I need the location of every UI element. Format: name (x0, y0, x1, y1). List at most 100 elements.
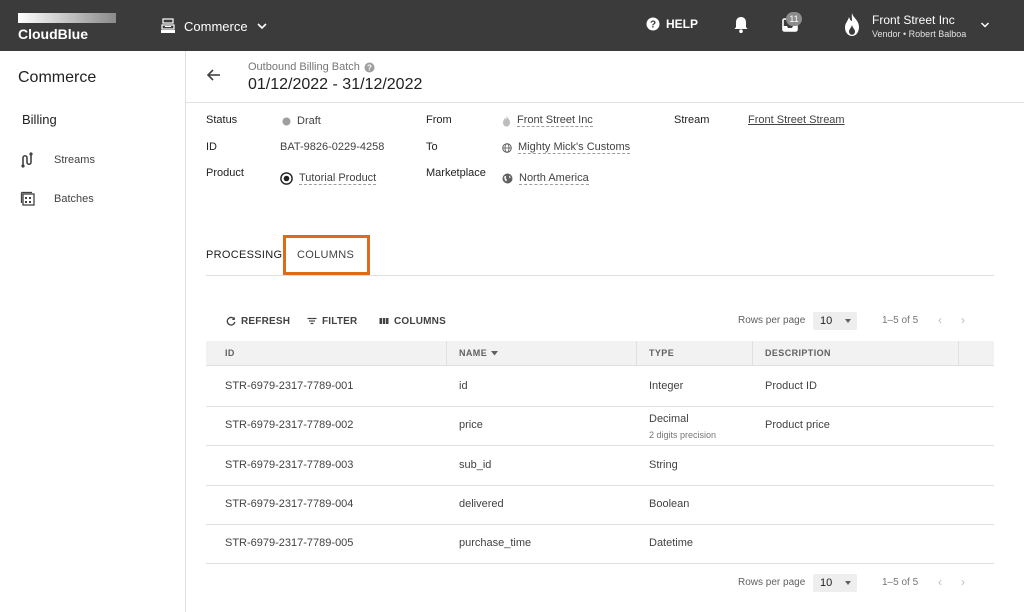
cell-name: sub_id (459, 459, 492, 471)
stream-text: Front Street Stream (748, 114, 845, 126)
cell-description: Product price (765, 419, 830, 431)
sort-down-icon (491, 350, 499, 355)
id-label: ID (206, 141, 217, 153)
footer-rows-per-page-select[interactable]: 10 (813, 574, 857, 592)
cell-id: STR-6979-2317-7789-004 (225, 498, 354, 510)
refresh-button[interactable]: REFRESH (226, 314, 290, 328)
account-chevron-down-icon[interactable] (980, 20, 990, 30)
from-label: From (426, 114, 452, 126)
column-header-name[interactable]: NAME (459, 348, 499, 358)
sidebar-title: Commerce (18, 69, 97, 86)
filter-button[interactable]: FILTER (307, 314, 357, 328)
status-text: Draft (297, 115, 321, 127)
column-header-id[interactable]: ID (225, 348, 235, 358)
status-value: Draft (282, 115, 321, 127)
footer-next-page-icon[interactable]: › (961, 575, 965, 589)
sidebar-item-batches[interactable]: Batches (20, 189, 94, 209)
logo-text: CloudBlue (18, 26, 88, 42)
cell-type: Integer (649, 380, 684, 392)
product-label: Product (206, 167, 244, 179)
marketplace-text: North America (519, 172, 589, 185)
cell-type-detail: 2 digits precision (649, 430, 717, 440)
footer-rows-per-page-label: Rows per page (738, 577, 806, 588)
help-button[interactable]: ? HELP (646, 17, 698, 31)
refresh-label: REFRESH (241, 315, 291, 327)
columns-label: COLUMNS (394, 315, 446, 327)
stream-link[interactable]: Front Street Stream (748, 114, 845, 126)
flame-icon[interactable] (842, 12, 862, 38)
stream-label: Stream (674, 114, 710, 126)
cell-name: id (459, 380, 468, 392)
sidebar-section-billing: Billing (22, 112, 57, 127)
cell-name: price (459, 419, 483, 431)
product-text: Tutorial Product (299, 172, 377, 185)
cell-type: Boolean (649, 498, 690, 510)
column-divider (958, 341, 959, 366)
footer-prev-page-icon[interactable]: ‹ (938, 575, 942, 589)
app-switcher[interactable]: Commerce (160, 16, 268, 36)
id-text: BAT-9826-0229-4258 (280, 141, 385, 153)
page-title: 01/12/2022 - 31/12/2022 (248, 76, 423, 93)
cell-name: delivered (459, 498, 504, 510)
rows-per-page-value: 10 (820, 315, 833, 327)
tab-processing[interactable]: PROCESSING (206, 249, 282, 261)
footer-rows-per-page-value: 10 (820, 577, 833, 589)
select-caret-icon (845, 581, 851, 585)
to-text: Mighty Mick's Customs (518, 141, 631, 154)
column-header-description[interactable]: DESCRIPTION (765, 348, 831, 358)
batches-icon (20, 191, 35, 206)
cell-id: STR-6979-2317-7789-001 (225, 380, 354, 392)
column-divider (636, 341, 637, 366)
marketplace-label: Marketplace (426, 167, 486, 179)
to-label: To (426, 141, 438, 153)
column-divider (752, 341, 753, 366)
to-link[interactable]: Mighty Mick's Customs (502, 141, 631, 154)
rows-per-page-label: Rows per page (738, 315, 806, 326)
top-bar: CloudBlue Commerce ? HELP 11 Front Stree… (0, 0, 1024, 51)
back-arrow-icon[interactable] (206, 67, 222, 83)
bell-icon[interactable] (733, 16, 749, 34)
table-row[interactable]: STR-6979-2317-7789-003 sub_id String (206, 446, 994, 486)
sidebar-item-label: Streams (54, 154, 95, 166)
table-header: ID NAME TYPE DESCRIPTION (206, 341, 994, 366)
sidebar-item-label: Batches (54, 193, 94, 205)
tabs-divider (206, 275, 994, 276)
cloudblue-logo[interactable]: CloudBlue (18, 13, 116, 42)
rows-per-page-select[interactable]: 10 (813, 312, 857, 330)
prev-page-icon[interactable]: ‹ (938, 313, 942, 327)
svg-text:?: ? (367, 63, 372, 72)
refresh-icon (226, 316, 236, 326)
cell-description: Product ID (765, 380, 817, 392)
cell-id: STR-6979-2317-7789-003 (225, 459, 354, 471)
logo-bar (18, 13, 116, 23)
page-subtitle: Outbound Billing Batch ? (248, 61, 375, 73)
table-row[interactable]: STR-6979-2317-7789-001 id Integer Produc… (206, 367, 994, 407)
help-icon: ? (646, 17, 660, 31)
help-label: HELP (666, 17, 699, 31)
page-header: Outbound Billing Batch ? 01/12/2022 - 31… (186, 51, 1024, 103)
status-label: Status (206, 114, 238, 126)
columns-button[interactable]: COLUMNS (379, 314, 446, 328)
marketplace-link[interactable]: North America (502, 172, 589, 185)
sidebar-item-streams[interactable]: Streams (20, 150, 95, 170)
next-page-icon[interactable]: › (961, 313, 965, 327)
table-row[interactable]: STR-6979-2317-7789-002 price Decimal 2 d… (206, 407, 994, 446)
columns-icon (379, 318, 389, 324)
table-row[interactable]: STR-6979-2317-7789-005 purchase_time Dat… (206, 525, 994, 564)
cell-type: String (649, 459, 678, 471)
cell-id: STR-6979-2317-7789-002 (225, 419, 354, 431)
help-circle-icon[interactable]: ? (364, 62, 375, 73)
account-name[interactable]: Front Street Inc (872, 13, 955, 27)
product-link[interactable]: Tutorial Product (280, 172, 377, 185)
from-link[interactable]: Front Street Inc (502, 114, 593, 127)
table-row[interactable]: STR-6979-2317-7789-004 delivered Boolean (206, 486, 994, 525)
account-subtitle: Vendor • Robert Balboa (872, 29, 967, 39)
column-header-type[interactable]: TYPE (649, 348, 674, 358)
cell-type: Datetime (649, 537, 694, 549)
select-caret-icon (845, 319, 851, 323)
flame-small-icon (503, 115, 510, 126)
sidebar: Commerce Billing Streams Batches (0, 51, 186, 612)
globe-icon (502, 142, 512, 153)
footer-page-range: 1–5 of 5 (882, 577, 919, 588)
column-header-label: DESCRIPTION (765, 348, 831, 358)
